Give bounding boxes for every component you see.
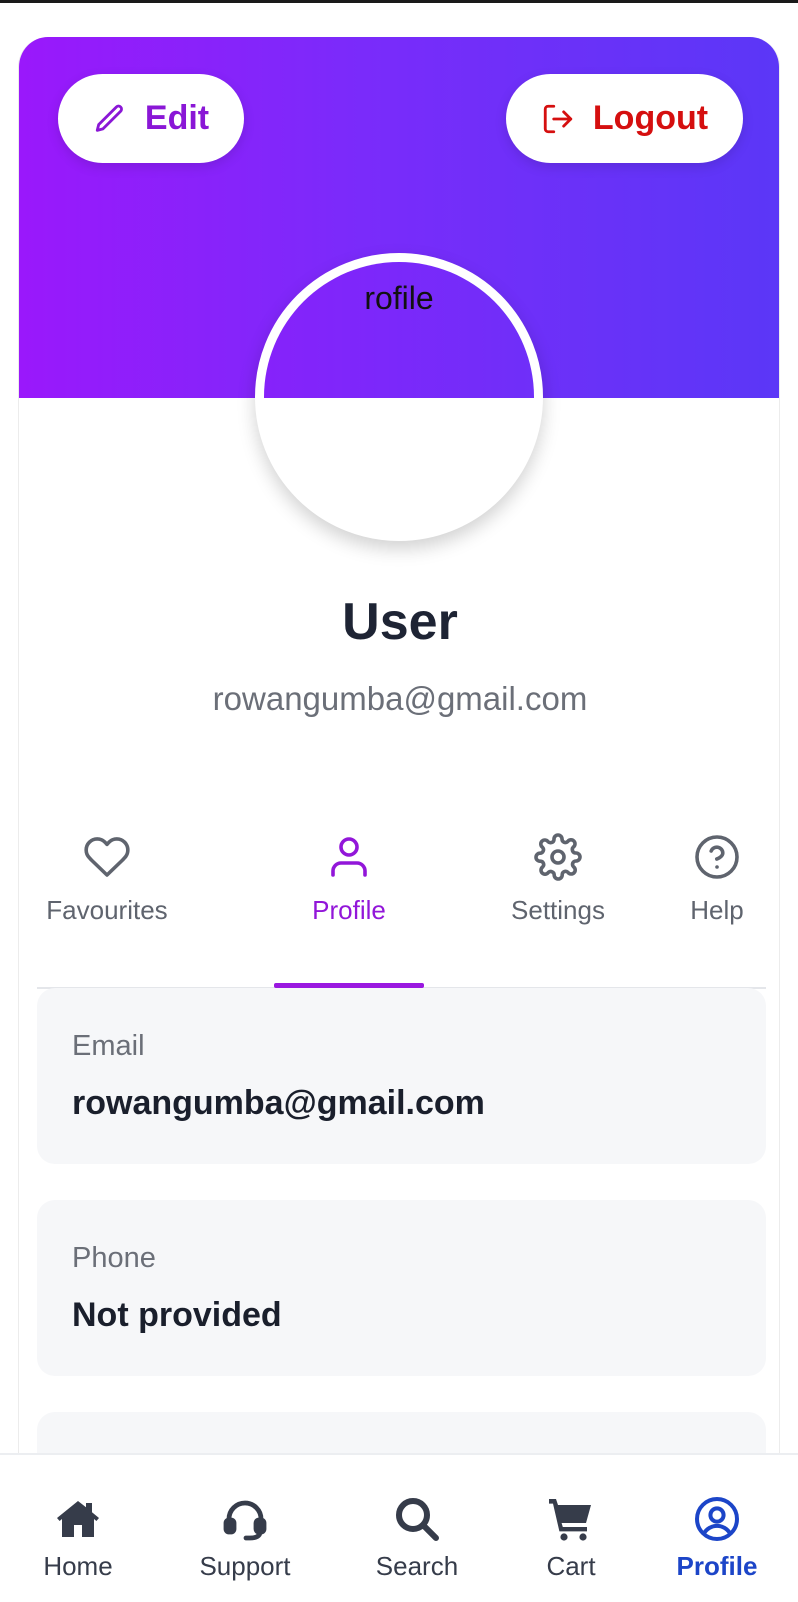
user-icon [331, 837, 367, 877]
help-circle-icon [695, 835, 739, 879]
nav-search-label: Search [375, 1551, 459, 1581]
tab-profile-label: Profile [312, 895, 386, 925]
nav-support[interactable]: Support [193, 1455, 297, 1602]
email-field-card: Email rowangumba@gmail.com [37, 988, 766, 1164]
gear-icon [534, 833, 582, 881]
logout-button-label: Logout [592, 99, 709, 137]
pencil-icon [95, 104, 123, 132]
tab-settings[interactable]: Settings [495, 807, 621, 987]
tab-favourites[interactable]: Favourites [45, 807, 169, 987]
heart-icon [84, 837, 130, 877]
tab-help-label: Help [690, 895, 744, 925]
phone-field-card: Phone Not provided [37, 1200, 766, 1376]
home-icon [57, 1501, 99, 1537]
nav-cart-label: Cart [546, 1551, 596, 1581]
search-icon [396, 1498, 439, 1541]
tab-settings-label: Settings [511, 895, 605, 925]
nav-profile-label: Profile [676, 1551, 758, 1581]
nav-cart[interactable]: Cart [540, 1455, 602, 1602]
email-field-value: rowangumba@gmail.com [72, 1084, 485, 1122]
nav-home-label: Home [43, 1551, 113, 1581]
bottom-navigation: Home Support Search Cart Profile [0, 1453, 798, 1600]
phone-field-value: Not provided [72, 1296, 282, 1334]
avatar-alt-text: rofile [364, 280, 434, 316]
tab-profile[interactable]: Profile [274, 807, 424, 987]
cart-icon [549, 1499, 591, 1541]
tab-help[interactable]: Help [679, 807, 755, 987]
nav-profile[interactable]: Profile [674, 1455, 760, 1602]
tab-favourites-label: Favourites [46, 895, 168, 925]
logout-button[interactable]: Logout [506, 74, 743, 163]
phone-field-label: Phone [72, 1242, 156, 1274]
nav-home[interactable]: Home [38, 1455, 118, 1602]
headset-icon [223, 1500, 267, 1541]
nav-support-label: Support [199, 1551, 291, 1581]
user-circle-icon [695, 1497, 739, 1541]
profile-name: User [342, 593, 458, 651]
logout-icon [543, 104, 573, 133]
status-bar-edge [0, 0, 798, 3]
edit-button-label: Edit [144, 99, 210, 137]
profile-email: rowangumba@gmail.com [212, 680, 588, 717]
edit-button[interactable]: Edit [58, 74, 244, 163]
profile-card: Edit Logout rofile User rowangumba@gmail… [18, 37, 780, 1537]
email-field-label: Email [72, 1030, 145, 1062]
avatar: rofile [255, 253, 543, 541]
nav-search[interactable]: Search [372, 1455, 462, 1602]
profile-tabs: Favourites Profile Settings Help [37, 807, 766, 989]
